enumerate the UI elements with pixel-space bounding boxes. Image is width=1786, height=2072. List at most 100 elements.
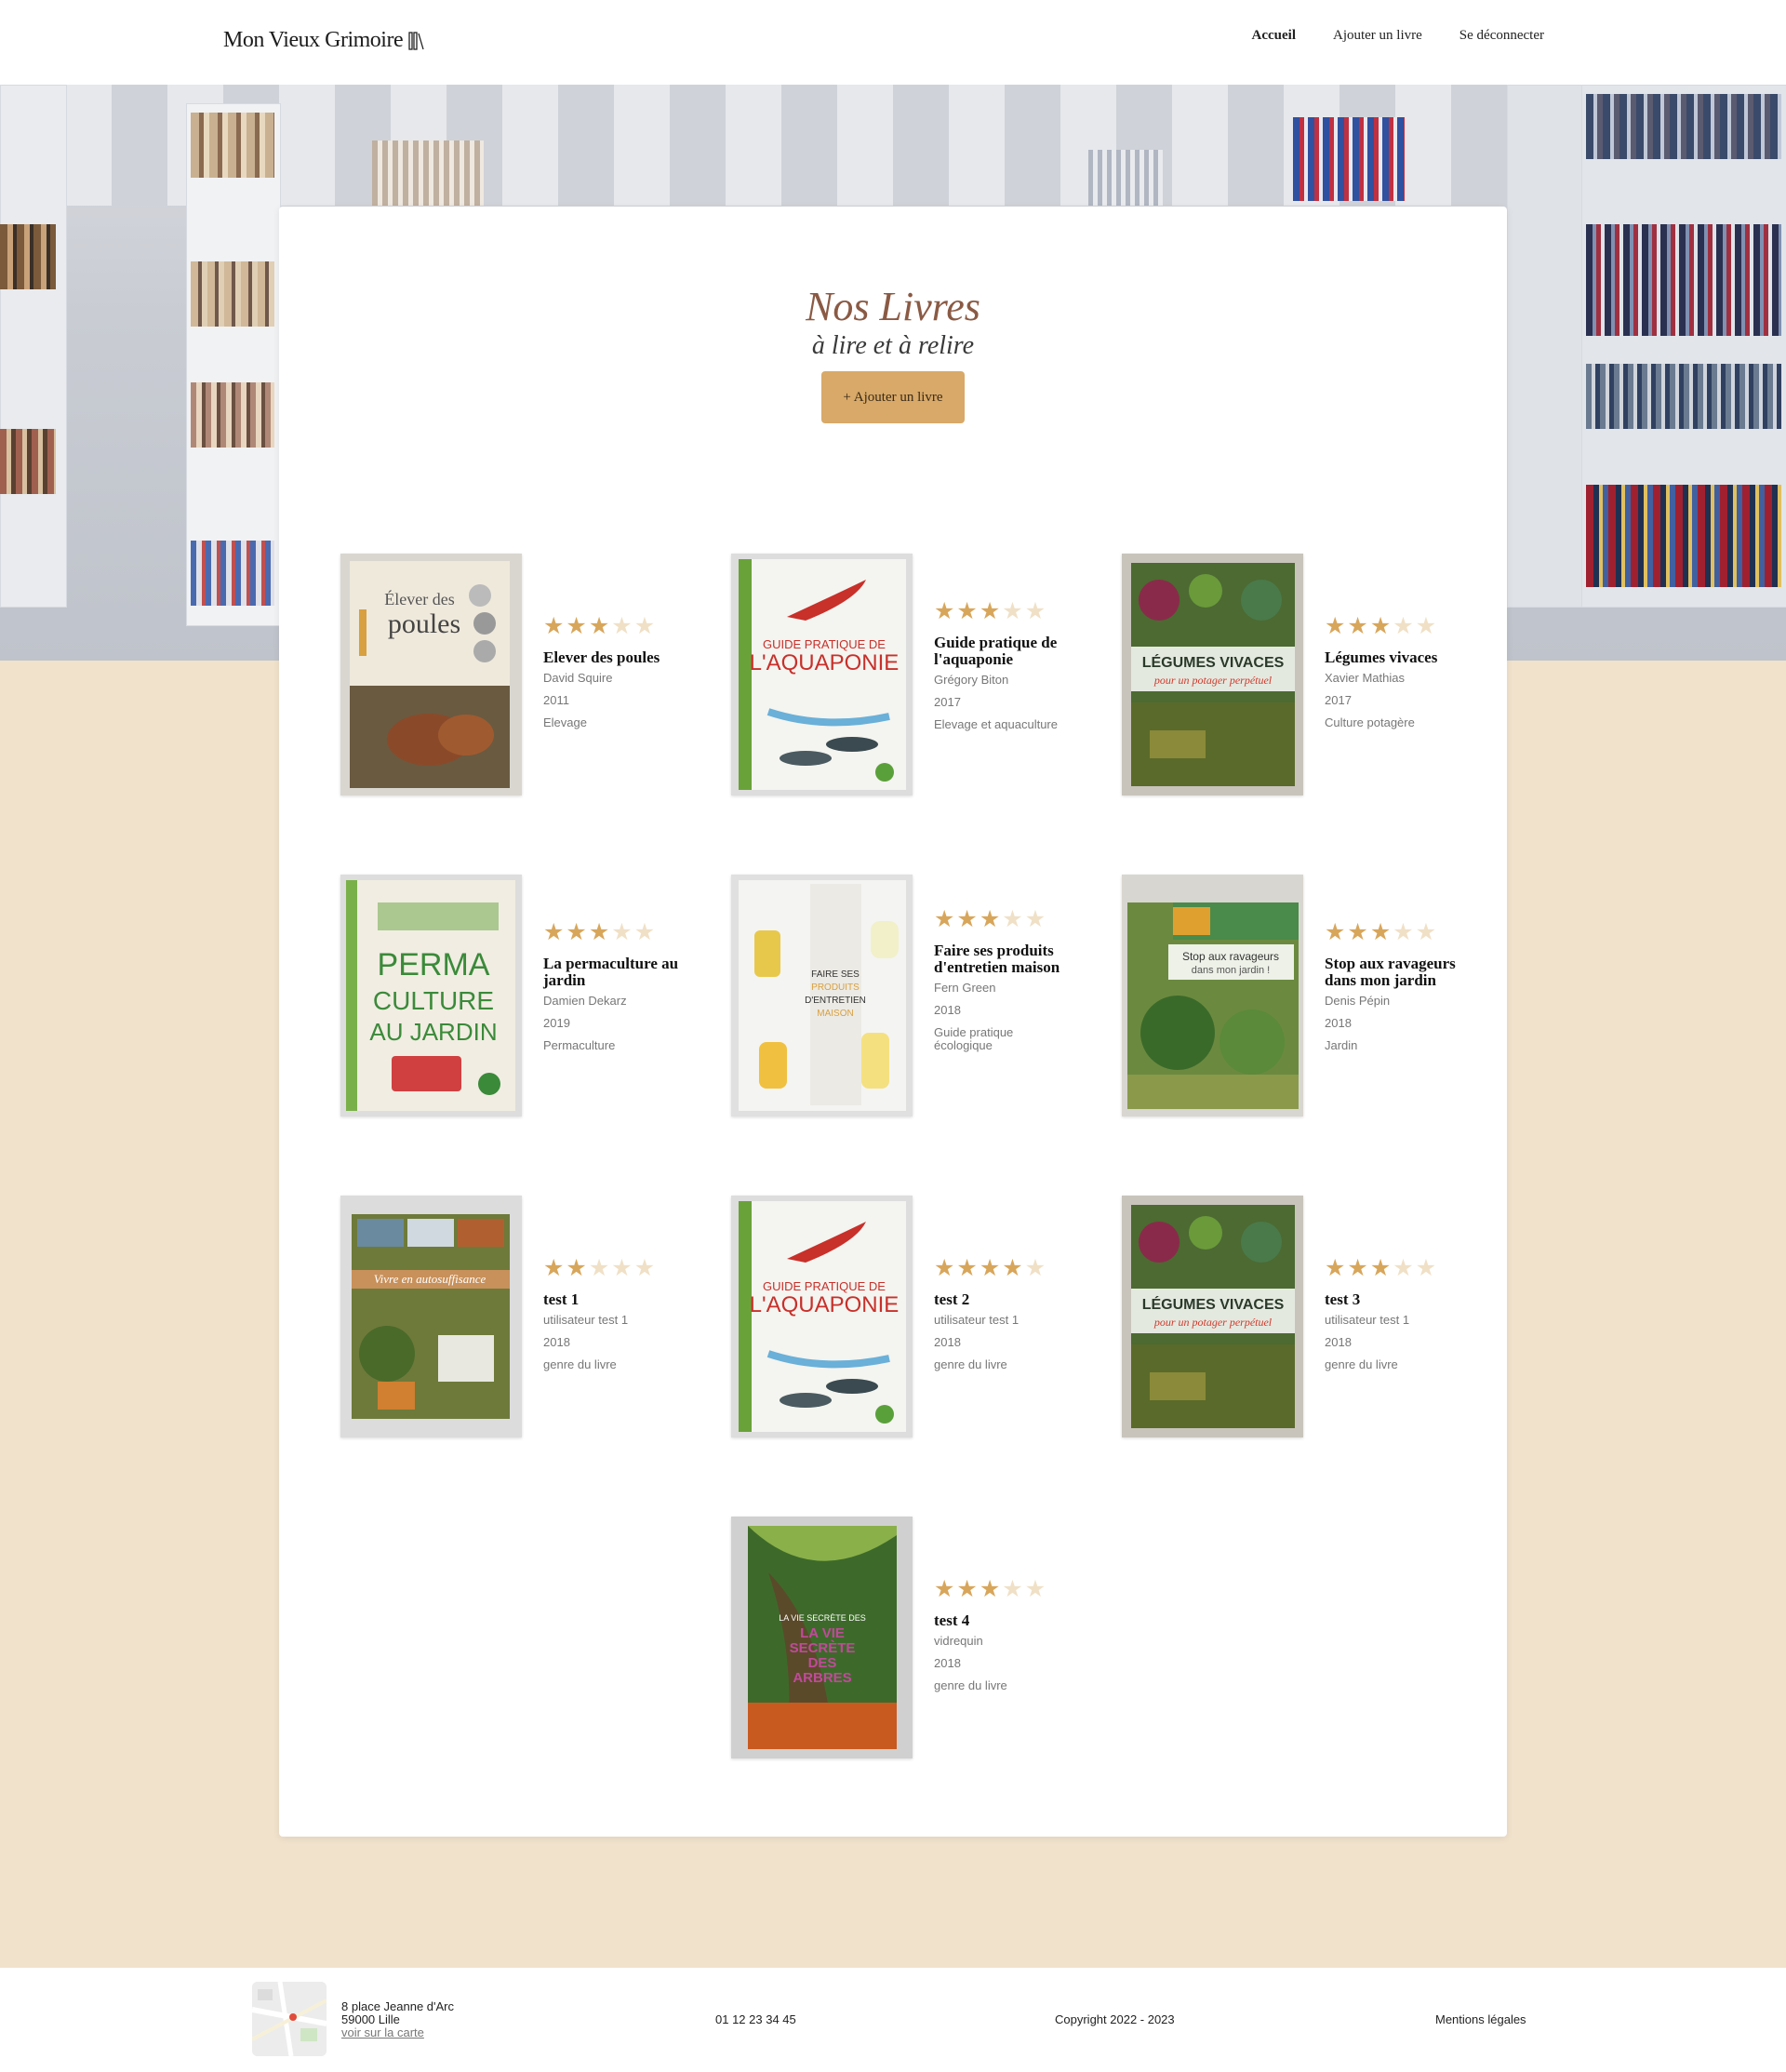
book-author: vidrequin bbox=[934, 1634, 983, 1648]
nav-accueil[interactable]: Accueil bbox=[1252, 28, 1296, 44]
star-icon: ★ bbox=[956, 1577, 978, 1602]
star-icon: ★ bbox=[1325, 614, 1346, 639]
book-cover-image[interactable]: Élever des poules bbox=[340, 554, 522, 795]
book-year: 2018 bbox=[934, 1335, 961, 1349]
star-icon: ★ bbox=[1024, 907, 1046, 932]
map-thumbnail[interactable] bbox=[252, 1982, 327, 2056]
star-icon: ★ bbox=[611, 920, 633, 945]
book-info: ★ ★ ★ ★ ★ La permaculture au jardin Damien Dek… bbox=[543, 921, 683, 1062]
footer-copyright: Copyright 2022 - 2023 bbox=[1055, 2012, 1175, 2026]
page-title: Nos Livres bbox=[806, 284, 980, 329]
book-info: ★ ★ ★ ★ ★ Légumes vivaces Xavier Mathias 2017 Cu… bbox=[1325, 615, 1464, 739]
book-card[interactable]: Stop aux ravageurs dans mon jardin ! ★ ★ ★… bbox=[1122, 875, 1485, 1116]
svg-text:GUIDE PRATIQUE DE: GUIDE PRATIQUE DE bbox=[763, 637, 886, 651]
book-card[interactable]: LA VIE SECRÈTE DES LA VIE SECRÈTE DES AR… bbox=[731, 1517, 1094, 1758]
rating-stars: ★ ★ ★ ★ ★ bbox=[1325, 921, 1464, 944]
legal-link[interactable]: Mentions légales bbox=[1435, 2012, 1526, 2026]
star-icon: ★ bbox=[566, 1256, 587, 1281]
star-icon: ★ bbox=[633, 1256, 656, 1281]
add-book-button[interactable]: + Ajouter un livre bbox=[821, 371, 965, 423]
svg-text:LÉGUMES VIVACES: LÉGUMES VIVACES bbox=[1142, 1295, 1285, 1313]
star-icon: ★ bbox=[588, 614, 610, 639]
svg-text:dans mon jardin !: dans mon jardin ! bbox=[1192, 965, 1270, 976]
book-cover-image[interactable]: LÉGUMES VIVACES pour un potager perpétue… bbox=[1122, 1196, 1303, 1437]
book-card[interactable]: Vivre en autosuffisance ★ ★ ★ ★ ★ test 1 utili… bbox=[340, 1196, 703, 1437]
star-icon: ★ bbox=[1347, 1256, 1368, 1281]
book-author: Fern Green bbox=[934, 981, 996, 995]
svg-text:MAISON: MAISON bbox=[817, 1009, 853, 1019]
star-icon: ★ bbox=[588, 920, 610, 945]
book-title: La permaculture au jardin bbox=[543, 955, 679, 989]
book-card[interactable]: LÉGUMES VIVACES pour un potager perpétue… bbox=[1122, 1196, 1485, 1437]
svg-text:Élever des: Élever des bbox=[384, 589, 454, 608]
book-title: Guide pratique de l'aquaponie bbox=[934, 634, 1058, 668]
star-icon: ★ bbox=[1415, 614, 1437, 639]
book-author: utilisateur test 1 bbox=[934, 1313, 1020, 1327]
star-icon: ★ bbox=[1393, 920, 1414, 945]
book-card[interactable]: GUIDE PRATIQUE DE L'AQUAPONIE ★ ★ ★ ★ ★ test … bbox=[731, 1196, 1094, 1437]
book-author: utilisateur test 1 bbox=[1325, 1313, 1410, 1327]
top-header: Mon Vieux Grimoire Accueil Ajouter un li… bbox=[0, 0, 1786, 85]
book-author: David Squire bbox=[543, 671, 613, 685]
book-info: ★ ★ ★ ★ ★ test 3 utilisateur test 1 2018 genre d… bbox=[1325, 1257, 1464, 1381]
book-cover-image[interactable]: LA VIE SECRÈTE DES LA VIE SECRÈTE DES AR… bbox=[731, 1517, 913, 1758]
book-cover-image[interactable]: GUIDE PRATIQUE DE L'AQUAPONIE bbox=[731, 1196, 913, 1437]
rating-stars: ★ ★ ★ ★ ★ bbox=[934, 1578, 1073, 1601]
star-icon: ★ bbox=[588, 1256, 610, 1281]
book-card[interactable]: PERMA CULTURE AU JARDIN ★ ★ ★ ★ ★ La permacul… bbox=[340, 875, 703, 1116]
svg-text:DES: DES bbox=[808, 1655, 837, 1671]
book-card[interactable]: LÉGUMES VIVACES pour un potager perpétue… bbox=[1122, 554, 1485, 795]
book-cover-image[interactable]: Stop aux ravageurs dans mon jardin ! bbox=[1122, 875, 1303, 1116]
book-title: test 2 bbox=[934, 1290, 970, 1308]
svg-text:GUIDE PRATIQUE DE: GUIDE PRATIQUE DE bbox=[763, 1279, 886, 1293]
rating-stars: ★ ★ ★ ★ ★ bbox=[543, 921, 683, 944]
rating-stars: ★ ★ ★ ★ ★ bbox=[934, 908, 1073, 931]
site-logo[interactable]: Mon Vieux Grimoire bbox=[223, 28, 425, 53]
book-genre: Guide pratique écologique bbox=[934, 1025, 1014, 1052]
book-year: 2019 bbox=[543, 1016, 570, 1030]
book-card[interactable]: Élever des poules ★ ★ ★ ★ ★ Elever des poules D… bbox=[340, 554, 703, 795]
nav-ajouter-livre[interactable]: Ajouter un livre bbox=[1333, 28, 1422, 44]
star-icon: ★ bbox=[1415, 1256, 1437, 1281]
star-icon: ★ bbox=[566, 614, 587, 639]
page-subtitle: à lire et à relire bbox=[811, 331, 975, 360]
book-card[interactable]: GUIDE PRATIQUE DE L'AQUAPONIE ★ ★ ★ ★ ★ Guide… bbox=[731, 554, 1094, 795]
book-cover-image[interactable]: PERMA CULTURE AU JARDIN bbox=[340, 875, 522, 1116]
star-icon: ★ bbox=[979, 1577, 1001, 1602]
address-line-2: 59000 Lille bbox=[341, 2012, 400, 2026]
book-author: Grégory Biton bbox=[934, 673, 1009, 687]
svg-text:L'AQUAPONIE: L'AQUAPONIE bbox=[750, 1292, 900, 1317]
book-year: 2017 bbox=[934, 695, 961, 709]
star-icon: ★ bbox=[1024, 1256, 1046, 1281]
book-info: ★ ★ ★ ★ ★ test 4 vidrequin 2018 genre du livre bbox=[934, 1578, 1073, 1702]
book-cover-image[interactable]: GUIDE PRATIQUE DE L'AQUAPONIE bbox=[731, 554, 913, 795]
star-icon: ★ bbox=[1002, 599, 1023, 624]
nav-deconnexion[interactable]: Se déconnecter bbox=[1459, 28, 1544, 44]
book-cover-image[interactable]: FAIRE SES PRODUITS D'ENTRETIEN MAISON bbox=[731, 875, 913, 1116]
book-genre: genre du livre bbox=[934, 1357, 1007, 1371]
star-icon: ★ bbox=[979, 1256, 1001, 1281]
book-card[interactable]: FAIRE SES PRODUITS D'ENTRETIEN MAISON ★ ★ ★… bbox=[731, 875, 1094, 1116]
book-cover-image[interactable]: LÉGUMES VIVACES pour un potager perpétue… bbox=[1122, 554, 1303, 795]
book-genre: genre du livre bbox=[543, 1357, 617, 1371]
svg-text:poules: poules bbox=[388, 608, 460, 639]
book-genre: genre du livre bbox=[1325, 1357, 1398, 1371]
book-title: Faire ses produits d'entretien maison bbox=[934, 942, 1060, 976]
svg-text:LA VIE SECRÈTE DES: LA VIE SECRÈTE DES bbox=[779, 1613, 866, 1623]
book-info: ★ ★ ★ ★ ★ Guide pratique de l'aquaponie Grégor… bbox=[934, 600, 1073, 741]
star-icon: ★ bbox=[611, 1256, 633, 1281]
star-icon: ★ bbox=[934, 907, 955, 932]
svg-text:LÉGUMES VIVACES: LÉGUMES VIVACES bbox=[1142, 653, 1285, 671]
book-genre: Permaculture bbox=[543, 1038, 616, 1052]
book-author: utilisateur test 1 bbox=[543, 1313, 629, 1327]
book-genre: Elevage bbox=[543, 715, 587, 729]
logo-text: Mon Vieux Grimoire bbox=[223, 28, 404, 52]
svg-text:SECRÈTE: SECRÈTE bbox=[790, 1640, 856, 1656]
star-icon: ★ bbox=[1393, 1256, 1414, 1281]
rating-stars: ★ ★ ★ ★ ★ bbox=[543, 1257, 683, 1280]
rating-stars: ★ ★ ★ ★ ★ bbox=[934, 1257, 1073, 1280]
book-cover-image[interactable]: Vivre en autosuffisance bbox=[340, 1196, 522, 1437]
star-icon: ★ bbox=[956, 599, 978, 624]
map-link[interactable]: voir sur la carte bbox=[341, 2025, 424, 2039]
star-icon: ★ bbox=[1415, 920, 1437, 945]
